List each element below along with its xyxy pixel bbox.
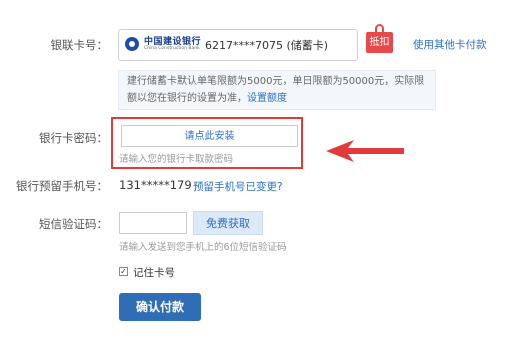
sms-code-input[interactable]	[119, 212, 187, 234]
password-hint: 请输入您的银行卡取款密码	[119, 154, 234, 165]
sms-label: 短信验证码：	[39, 217, 108, 231]
install-plugin-button[interactable]: 请点此安装	[121, 125, 298, 147]
red-arrow-icon	[326, 140, 404, 162]
limit-notice: 建行储蓄卡默认单笔限额为5000元，单日限额为50000元，实际限额以您在银行的…	[118, 70, 436, 110]
remember-card-checkbox[interactable]: ✓	[119, 267, 128, 276]
phone-changed-link[interactable]: 预留手机号已变更?	[193, 179, 283, 194]
bank-card-selector[interactable]: 中国建设银行 China Construction Bank 6217****7…	[118, 29, 358, 61]
deduct-tag-icon[interactable]: 抵扣	[366, 24, 393, 53]
phone-label: 银行预留手机号：	[16, 179, 108, 193]
set-limit-link[interactable]: 设置额度	[247, 93, 287, 104]
card-number-value: 6217****7075 (储蓄卡)	[205, 39, 329, 52]
get-code-button[interactable]: 免费获取	[193, 211, 263, 235]
remember-card-label[interactable]: 记住卡号	[133, 265, 175, 280]
sms-hint: 请输入发送到您手机上的6位短信验证码	[119, 242, 287, 253]
password-label: 银行卡密码：	[39, 131, 108, 145]
confirm-pay-button[interactable]: 确认付款	[119, 293, 201, 321]
use-other-card-link[interactable]: 使用其他卡付款	[413, 37, 487, 52]
bank-name-en: China Construction Bank	[144, 46, 200, 51]
phone-value: 131*****179	[119, 178, 192, 192]
card-number-label: 银联卡号：	[50, 38, 109, 52]
ccb-logo-icon	[125, 37, 139, 51]
